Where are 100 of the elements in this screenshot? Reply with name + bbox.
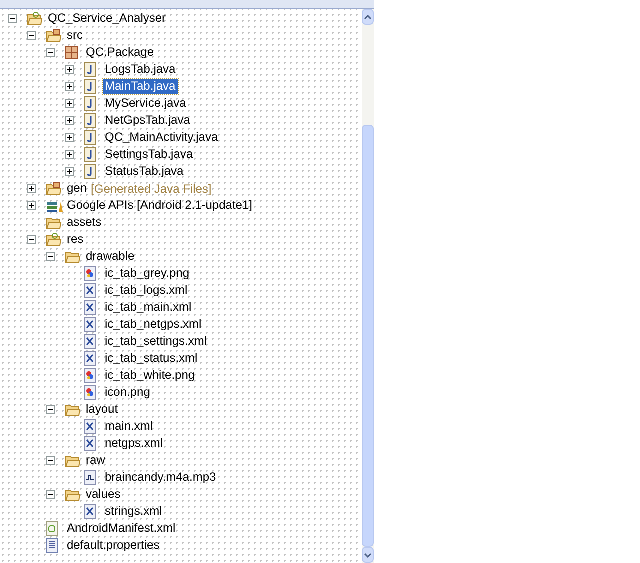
tree-item[interactable]: raw — [84, 453, 108, 468]
plus-icon — [28, 202, 35, 209]
java-file-icon — [84, 96, 96, 111]
collapse-toggle[interactable] — [27, 235, 36, 244]
tree-item[interactable]: QC_Service_Analyser — [46, 11, 168, 26]
tree-item[interactable]: drawable — [84, 249, 137, 264]
tree-item[interactable]: MainTab.java — [103, 79, 178, 94]
java-file-icon — [84, 62, 96, 77]
xml-file-icon — [84, 504, 96, 519]
tree-item[interactable]: ic_tab_settings.xml — [103, 334, 210, 349]
expand-toggle[interactable] — [65, 133, 74, 142]
expand-toggle[interactable] — [65, 65, 74, 74]
vertical-scrollbar[interactable] — [362, 9, 374, 563]
expand-toggle[interactable] — [65, 150, 74, 159]
java-file-icon — [84, 164, 96, 179]
tree-item[interactable]: QC.Package — [84, 45, 156, 60]
xml-file-icon — [84, 419, 96, 434]
minus-icon — [47, 253, 54, 260]
folder-icon — [46, 28, 62, 42]
plus-icon — [66, 117, 73, 124]
tree-item[interactable]: ic_tab_main.xml — [103, 300, 194, 315]
plus-icon — [66, 100, 73, 107]
expand-toggle[interactable] — [65, 99, 74, 108]
minus-icon — [28, 236, 35, 243]
image-file-icon — [84, 368, 96, 383]
tree-item[interactable]: main.xml — [103, 419, 156, 434]
package-icon — [65, 46, 79, 60]
tree-item[interactable]: src — [65, 28, 85, 43]
collapse-toggle[interactable] — [8, 14, 17, 23]
tree-item[interactable]: icon.png — [103, 385, 152, 400]
tree-item[interactable]: strings.xml — [103, 504, 164, 519]
minus-icon — [47, 457, 54, 464]
audio-file-icon — [84, 470, 96, 485]
xml-file-icon — [84, 300, 96, 315]
caret-up-icon — [364, 14, 372, 20]
scroll-down-button[interactable] — [362, 547, 374, 563]
plus-icon — [66, 151, 73, 158]
plus-icon — [28, 185, 35, 192]
plus-icon — [66, 83, 73, 90]
image-file-icon — [84, 266, 96, 281]
collapse-toggle[interactable] — [46, 252, 55, 261]
tree-item[interactable]: assets — [65, 215, 104, 230]
collapse-toggle[interactable] — [46, 456, 55, 465]
minus-icon — [47, 49, 54, 56]
plus-icon — [66, 134, 73, 141]
tree-item[interactable]: ic_tab_netgps.xml — [103, 317, 204, 332]
java-file-icon — [84, 113, 96, 128]
collapse-toggle[interactable] — [46, 405, 55, 414]
tree-item[interactable]: res — [65, 232, 86, 247]
folder-icon — [65, 402, 81, 416]
xml-file-icon — [84, 283, 96, 298]
tree-item[interactable]: SettingsTab.java — [103, 147, 196, 162]
tree-item[interactable]: ic_tab_white.png — [103, 368, 198, 383]
folder-icon — [27, 12, 43, 26]
tree-item[interactable]: MyService.java — [103, 96, 188, 111]
minus-icon — [9, 15, 16, 22]
xml-file-icon — [84, 317, 96, 332]
java-file-icon — [84, 130, 96, 145]
folder-icon — [46, 232, 62, 246]
scroll-up-button[interactable] — [362, 9, 374, 25]
tree-item[interactable]: default.properties — [65, 538, 162, 553]
tree-item-decoration: [Generated Java Files] — [91, 180, 212, 198]
tree-item[interactable]: AndroidManifest.xml — [65, 521, 178, 536]
expand-toggle[interactable] — [65, 82, 74, 91]
tree-item[interactable]: braincandy.m4a.mp3 — [103, 470, 218, 485]
tree-item[interactable]: netgps.xml — [103, 436, 166, 451]
tree-item[interactable]: layout — [84, 402, 120, 417]
tree-item[interactable]: StatusTab.java — [103, 164, 186, 179]
scroll-thumb[interactable] — [362, 125, 374, 547]
java-file-icon — [84, 147, 96, 162]
tree-item[interactable]: QC_MainActivity.java — [103, 130, 220, 145]
collapse-toggle[interactable] — [27, 31, 36, 40]
tree-item[interactable]: ic_tab_status.xml — [103, 351, 200, 366]
tree-item[interactable]: Google APIs [Android 2.1-update1] — [65, 198, 254, 213]
tree-item[interactable]: ic_tab_logs.xml — [103, 283, 190, 298]
manifest-file-icon — [46, 521, 58, 536]
plus-icon — [66, 66, 73, 73]
collapse-toggle[interactable] — [46, 48, 55, 57]
expand-toggle[interactable] — [27, 201, 36, 210]
tree-item[interactable]: LogsTab.java — [103, 62, 178, 77]
expand-toggle[interactable] — [65, 116, 74, 125]
plus-icon — [66, 168, 73, 175]
collapse-toggle[interactable] — [46, 490, 55, 499]
xml-file-icon — [84, 436, 96, 451]
text-file-icon — [46, 538, 58, 553]
minus-icon — [28, 32, 35, 39]
folder-icon — [46, 182, 62, 196]
folder-icon — [65, 488, 81, 502]
tree-item[interactable]: NetGpsTab.java — [103, 113, 192, 128]
minus-icon — [47, 406, 54, 413]
caret-down-icon — [364, 552, 372, 558]
folder-icon — [65, 250, 81, 264]
image-file-icon — [84, 385, 96, 400]
expand-toggle[interactable] — [27, 184, 36, 193]
java-file-icon — [84, 79, 96, 94]
tree-item[interactable]: ic_tab_grey.png — [103, 266, 192, 281]
expand-toggle[interactable] — [65, 167, 74, 176]
tree-item[interactable]: gen — [65, 181, 90, 196]
xml-file-icon — [84, 351, 96, 366]
tree-item[interactable]: values — [84, 487, 123, 502]
